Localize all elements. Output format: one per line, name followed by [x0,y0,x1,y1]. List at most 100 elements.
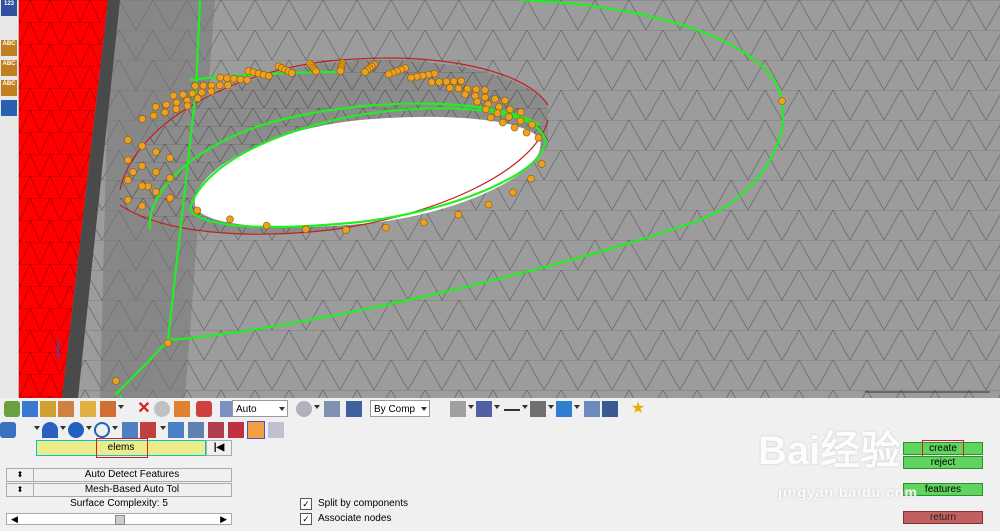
mesh-node [138,182,146,190]
auto-detect-row[interactable]: ⬍ Auto Detect Features [6,468,232,482]
split-checkbox[interactable]: ✓ [300,498,312,510]
mesh-node [491,95,499,103]
associate-checkbox[interactable]: ✓ [300,513,312,525]
cylinder-icon[interactable] [0,422,16,438]
include-icon[interactable] [40,401,56,417]
mask-icon[interactable] [80,401,96,417]
mesh-node [527,174,535,183]
spline-icon[interactable] [228,422,244,438]
mesh-node [778,97,786,105]
mesh-node [216,73,225,82]
edit-icon[interactable] [268,422,284,438]
torus-icon[interactable] [94,422,110,438]
chevron-down-icon-6[interactable] [548,405,554,409]
abc-icon-2[interactable]: ABC [1,60,17,76]
window-icon[interactable] [1,100,17,116]
mesh-node [481,86,489,94]
mesh-node [454,84,463,93]
mesh-node [495,103,503,111]
chevron-down-icon-12[interactable] [160,426,166,430]
auto-dropdown[interactable]: Auto [232,400,288,417]
extrude-icon[interactable] [168,422,184,438]
mesh-node [226,215,234,224]
star-icon[interactable]: ★ [630,401,646,417]
chevron-down-icon-9[interactable] [60,426,66,430]
graphics-viewport[interactable] [0,0,1000,398]
mesh-node [152,188,160,196]
monitor-icon[interactable] [602,401,618,417]
cone-icon[interactable] [42,422,58,438]
line-icon[interactable] [504,401,520,411]
chevron-down-icon[interactable] [118,405,124,409]
offset-icon[interactable] [188,422,204,438]
assembly-icon[interactable] [22,401,38,417]
abc-icon-1[interactable]: ABC [1,40,17,56]
mesh-node [435,78,443,86]
chevron-down-icon-10[interactable] [86,426,92,430]
mesh-node [446,84,454,92]
mesh-node [472,85,480,94]
surface-icon[interactable] [122,422,138,438]
bycomp-dropdown[interactable]: By Comp [370,400,430,417]
mesh-node [516,108,525,116]
mesh-node [510,123,519,132]
reset-icon[interactable]: |◀ [206,440,232,456]
mesh-tol-row[interactable]: ⬍ Mesh-Based Auto Tol [6,483,232,497]
chevron-down-icon-7[interactable] [574,405,580,409]
mesh-display-icon[interactable] [450,401,466,417]
chevron-down-icon-4[interactable] [494,405,500,409]
solid-icon[interactable] [346,401,362,417]
mesh-node [287,69,296,77]
mesh-node [361,68,369,76]
complexity-slider[interactable]: ◀ ▶ [6,513,232,525]
chevron-down-icon-2[interactable] [314,405,320,409]
switch-icon-2[interactable]: ⬍ [7,484,34,496]
ruled-icon[interactable] [208,422,224,438]
display-icon[interactable] [100,401,116,417]
surface-complexity: Surface Complexity: 5 [70,498,168,509]
rotate-icon[interactable] [296,401,312,417]
mesh-node [407,73,415,82]
shaded-icon[interactable] [154,401,170,417]
element-icon[interactable] [476,401,492,417]
mesh-node [450,77,458,86]
mesh-node [172,105,180,113]
associate-label: Associate nodes [318,513,392,524]
mesh-node [482,105,490,114]
mesh-node [164,339,172,347]
switch-icon[interactable]: ⬍ [7,469,34,481]
delete-icon[interactable]: ✕ [136,401,152,417]
mesh-node [166,154,174,162]
chevron-down-icon-5[interactable] [522,405,528,409]
sphere-icon[interactable] [68,422,84,438]
chevron-down-icon-3[interactable] [468,405,474,409]
mesh-node [183,102,192,110]
mesh-node [152,168,160,176]
trim-icon[interactable] [140,422,156,438]
mesh-node [161,108,169,117]
mesh-node [112,377,120,385]
abc-icon-3[interactable]: ABC [1,80,17,96]
fill-icon[interactable] [247,421,265,439]
mesh-node [473,97,482,106]
mesh-node [151,102,160,111]
slider-left-icon[interactable]: ◀ [11,514,18,524]
mesh-node [149,111,158,120]
grid-icon[interactable] [584,401,600,417]
cube-icon[interactable] [324,401,340,417]
plane-icon[interactable] [530,401,546,417]
slider-right-icon[interactable]: ▶ [220,514,227,524]
info-icon[interactable]: 123 [1,0,17,16]
components-icon[interactable] [4,401,20,417]
mesh-node [138,202,146,210]
model-icon[interactable] [58,401,74,417]
mesh-node [528,120,536,129]
tree-icon[interactable] [196,401,212,417]
slider-thumb[interactable] [115,515,125,525]
wireframe-icon[interactable] [174,401,190,417]
toolbar-top: ✕ Auto By Comp ★ [0,399,1000,419]
chevron-down-icon-11[interactable] [112,426,118,430]
shell-icon[interactable] [556,401,572,417]
chevron-down-icon-8[interactable] [34,426,40,430]
left-toolbar: 123 ABC ABC ABC [0,0,19,398]
